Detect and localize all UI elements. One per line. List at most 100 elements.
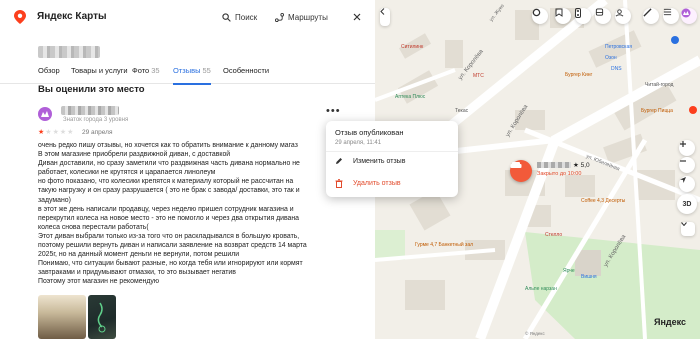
routes-button-label: Маршруты xyxy=(288,12,328,22)
edit-review-button[interactable]: Изменить отзыв xyxy=(335,155,405,167)
photo-detail-icon xyxy=(97,302,106,333)
review-line: поэтому решили вернуть диван и написали … xyxy=(38,242,307,250)
review-line: Диван доставили, но сразу заметили что р… xyxy=(38,160,300,168)
place-panel: Яндекс Карты Поиск Маршруты Обзор Товары xyxy=(0,0,375,339)
user-profile-button[interactable] xyxy=(681,8,697,24)
review-line: перекрутил колеса на новое место - это н… xyxy=(38,214,300,222)
place-hours: Закрыто до 10:00 xyxy=(537,171,582,177)
section-title: Вы оценили это место xyxy=(38,84,145,95)
review-published-popup: Отзыв опубликован 29 апреля, 11:41 Измен… xyxy=(326,121,458,197)
poi-label[interactable]: Ситилинк xyxy=(401,44,423,50)
zoom-in-button[interactable] xyxy=(679,140,695,156)
search-icon xyxy=(222,12,231,22)
star-icon: ★ xyxy=(59,129,67,136)
routes-button[interactable]: Маршруты xyxy=(275,8,328,26)
poi-label[interactable]: Гурме 4,7 Банкетный зал xyxy=(415,242,473,248)
tab-features[interactable]: Особенности xyxy=(223,66,269,84)
yandex-maps-logo-icon xyxy=(14,10,26,24)
panorama-button[interactable] xyxy=(615,8,631,24)
trash-icon xyxy=(335,178,343,188)
edit-review-label: Изменить отзыв xyxy=(353,157,406,165)
popup-title: Отзыв опубликован xyxy=(335,128,404,137)
poi-label[interactable]: Стелло xyxy=(545,232,562,238)
review-text: очень редко пишу отзывы, но хочется как … xyxy=(38,141,368,287)
minus-icon xyxy=(680,160,686,162)
locate-me-button[interactable] xyxy=(679,176,695,192)
delete-review-button[interactable]: Удалить отзыв xyxy=(335,177,401,189)
poi-label[interactable]: DNS xyxy=(611,66,622,72)
selected-place-name-redacted xyxy=(537,162,571,168)
selected-place-marker[interactable] xyxy=(510,160,532,182)
chevron-left-icon xyxy=(380,8,385,15)
zoom-out-button[interactable] xyxy=(679,157,695,173)
bookmark-icon xyxy=(555,8,563,17)
poi-label[interactable]: Бургер Пицца xyxy=(641,108,673,114)
tab-reviews-count: 55 xyxy=(202,66,211,75)
star-icon: ★ xyxy=(38,129,45,136)
plus-icon xyxy=(680,141,686,147)
close-icon xyxy=(353,13,361,21)
tab-photos[interactable]: Фото 35 xyxy=(132,66,160,84)
author-name-redacted[interactable] xyxy=(61,106,119,115)
avatar[interactable] xyxy=(38,107,52,121)
menu-icon xyxy=(663,8,672,16)
user-avatar-icon xyxy=(681,8,691,18)
poi-label[interactable]: Ярче xyxy=(563,268,575,274)
ruler-icon xyxy=(643,8,652,17)
poi-label[interactable]: Альпе нарзан xyxy=(525,286,557,292)
review-line: Понимаю, что ситуации бывают разные, но … xyxy=(38,260,303,268)
search-button-label: Поиск xyxy=(235,12,258,22)
collapse-panel-button[interactable] xyxy=(380,8,390,26)
layers-icon xyxy=(532,8,541,17)
poi-label[interactable]: МТС xyxy=(473,73,484,79)
traffic-button[interactable] xyxy=(575,8,591,24)
ruler-button[interactable] xyxy=(643,8,659,24)
review-more-button[interactable]: ••• xyxy=(326,105,341,118)
layers-button[interactable] xyxy=(532,8,548,24)
top-bar: Яндекс Карты Поиск Маршруты xyxy=(0,0,375,34)
poi-label[interactable]: Вишня xyxy=(581,274,597,280)
app-title[interactable]: Яндекс Карты xyxy=(37,11,107,22)
poi-label[interactable]: Текас xyxy=(455,108,468,114)
place-tabs: Обзор Товары и услуги Фото 35 Отзывы 55 Ос… xyxy=(0,66,375,85)
review-photo[interactable] xyxy=(38,295,86,339)
3d-toggle-label: 3D xyxy=(682,200,692,208)
yandex-brand: Яндекс xyxy=(654,317,687,327)
tab-goods-services[interactable]: Товары и услуги xyxy=(71,66,128,84)
poi-label[interactable]: Озон xyxy=(605,55,617,61)
poi-label[interactable]: Читай-город xyxy=(645,82,673,88)
poi-label[interactable]: Аптека Плюс xyxy=(395,94,425,100)
tab-overview[interactable]: Обзор xyxy=(38,66,60,84)
review-line: задумано) xyxy=(38,196,71,204)
search-button[interactable]: Поиск xyxy=(222,8,257,26)
review-line: завтраками и придумывают отмазки, то это… xyxy=(38,269,236,277)
traffic-light-icon xyxy=(575,8,581,18)
tab-reviews[interactable]: Отзывы 55 xyxy=(173,66,211,85)
menu-button[interactable] xyxy=(663,8,679,24)
tab-photos-count: 35 xyxy=(151,66,160,75)
poi-label[interactable]: Coffee 4,3 Десерты xyxy=(581,198,625,204)
delete-review-label: Удалить отзыв xyxy=(353,179,401,187)
author-badge: Знаток города 3 уровня xyxy=(63,117,129,123)
more-dots-icon: ••• xyxy=(326,105,341,117)
star-icon: ★ xyxy=(45,129,52,136)
poi-label[interactable]: Бургер Кинг xyxy=(565,72,592,78)
review-rating: ★ ★ ★ ★ ★ xyxy=(38,129,73,137)
transport-button[interactable] xyxy=(595,8,611,24)
3d-toggle-button[interactable]: 3D xyxy=(677,194,697,214)
chevron-down-icon xyxy=(681,222,687,226)
info-button[interactable] xyxy=(681,222,695,236)
poi-label[interactable]: Петровская xyxy=(605,44,632,50)
bookmarks-button[interactable] xyxy=(555,8,571,24)
close-panel-button[interactable] xyxy=(348,8,366,26)
review-photo[interactable] xyxy=(88,295,116,339)
review-line: 2025г, но на данный момент деньги не вер… xyxy=(38,251,240,259)
map-copyright[interactable]: © Яндекс xyxy=(525,331,545,336)
review-date: 29 апреля xyxy=(82,129,113,136)
route-icon xyxy=(275,12,284,22)
review-line: колеса снова перестали работать( xyxy=(38,223,149,231)
review-line: но фото показано, что колесики крепятся … xyxy=(38,178,294,186)
popup-divider xyxy=(326,151,458,152)
review-line: работает, колесики не крутятся и царапае… xyxy=(38,169,216,177)
panorama-icon xyxy=(615,9,624,17)
